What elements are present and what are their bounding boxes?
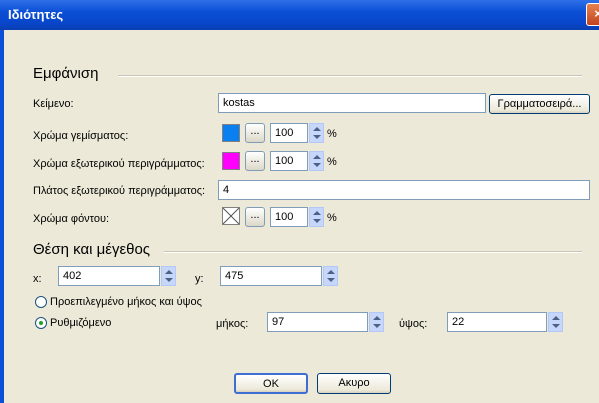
custom-size-label[interactable]: Ρυθμιζόμενο (50, 317, 111, 329)
title-bar[interactable]: Ιδιότητες × (0, 0, 599, 30)
appearance-heading: Εμφάνιση (33, 65, 99, 82)
spin-down-icon[interactable] (327, 278, 335, 282)
bg-percent-label: % (327, 212, 337, 224)
radio-selected-dot (39, 321, 43, 325)
position-heading: Θέση και μέγεθος (33, 241, 151, 258)
ok-button[interactable]: OK (234, 373, 308, 394)
bg-color-label: Χρώμα φόντου: (33, 213, 110, 225)
x-input[interactable]: 402 (58, 266, 160, 286)
x-spinner[interactable] (161, 266, 176, 286)
properties-dialog: Ιδιότητες × Εμφάνιση Κείμενο: kostas Γρα… (0, 0, 599, 403)
spin-up-icon[interactable] (165, 270, 173, 274)
fill-color-label: Χρώμα γεμίσματος: (33, 130, 129, 142)
spin-down-icon[interactable] (313, 163, 321, 167)
spin-up-icon[interactable] (313, 211, 321, 215)
height-input[interactable]: 22 (447, 312, 547, 332)
spin-down-icon[interactable] (313, 135, 321, 139)
bg-color-picker-button[interactable]: ... (245, 207, 265, 227)
y-label: y: (195, 273, 204, 285)
spin-down-icon[interactable] (552, 324, 560, 328)
outline-color-label: Χρώμα εξωτερικού περιγράμματος: (33, 158, 205, 170)
outline-percent-label: % (327, 156, 337, 168)
fill-percent-label: % (327, 128, 337, 140)
close-button[interactable]: × (586, 3, 599, 26)
dialog-content: Εμφάνιση Κείμενο: kostas Γραμματοσειρά..… (4, 30, 599, 403)
outline-width-input[interactable]: 4 (218, 180, 590, 200)
outline-width-label: Πλάτος εξωτερικού περιγράμματος: (33, 185, 206, 197)
default-size-label[interactable]: Προεπιλεγμένο μήκος και ύψος (50, 296, 202, 308)
spin-up-icon[interactable] (313, 127, 321, 131)
cancel-button[interactable]: Ακυρο (317, 373, 391, 394)
font-button[interactable]: Γραμματοσειρά... (489, 94, 590, 114)
y-spinner[interactable] (323, 266, 338, 286)
bg-opacity-input[interactable]: 100 (270, 207, 308, 227)
height-label: ύψος: (399, 318, 428, 330)
fill-opacity-spinner[interactable] (309, 123, 324, 143)
spin-down-icon[interactable] (165, 278, 173, 282)
appearance-divider (118, 75, 582, 77)
outline-opacity-input[interactable]: 100 (270, 151, 308, 171)
fill-color-picker-button[interactable]: ... (245, 123, 265, 143)
spin-down-icon[interactable] (313, 219, 321, 223)
window-title: Ιδιότητες (8, 7, 64, 22)
bg-opacity-spinner[interactable] (309, 207, 324, 227)
no-color-cross-icon (223, 208, 239, 224)
fill-opacity-input[interactable]: 100 (270, 123, 308, 143)
text-input[interactable]: kostas (218, 93, 486, 113)
outline-color-swatch[interactable] (222, 152, 240, 170)
length-input[interactable]: 97 (267, 312, 368, 332)
fill-color-swatch[interactable] (222, 124, 240, 142)
position-divider (164, 251, 582, 253)
bg-color-none-swatch[interactable] (222, 207, 240, 225)
length-spinner[interactable] (369, 312, 384, 332)
spin-up-icon[interactable] (552, 316, 560, 320)
text-label: Κείμενο: (33, 98, 74, 110)
outline-color-picker-button[interactable]: ... (245, 151, 265, 171)
outline-opacity-spinner[interactable] (309, 151, 324, 171)
spin-up-icon[interactable] (373, 316, 381, 320)
length-label: μήκος: (216, 318, 249, 330)
y-input[interactable]: 475 (220, 266, 322, 286)
spin-up-icon[interactable] (313, 155, 321, 159)
x-label: x: (33, 273, 42, 285)
spin-down-icon[interactable] (373, 324, 381, 328)
height-spinner[interactable] (548, 312, 563, 332)
default-size-radio[interactable] (35, 296, 47, 308)
spin-up-icon[interactable] (327, 270, 335, 274)
custom-size-radio[interactable] (35, 317, 47, 329)
